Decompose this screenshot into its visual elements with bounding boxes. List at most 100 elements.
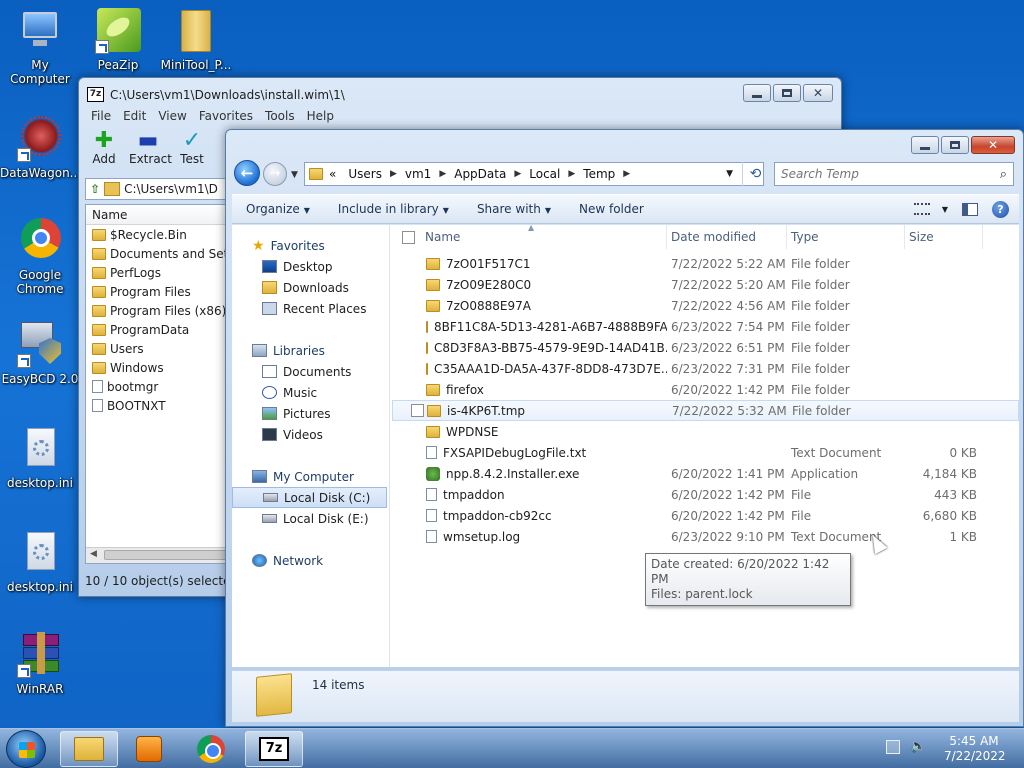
table-row[interactable]: 7zO09E280C0 7/22/2022 5:20 AM File folder [392,274,1019,295]
preview-pane-icon[interactable] [962,202,978,216]
network-status-icon[interactable] [886,739,900,754]
table-row[interactable]: 7zO01F517C1 7/22/2022 5:22 AM File folder [392,253,1019,274]
recent-pages-dropdown[interactable]: ▼ [291,170,298,180]
nav-desktop[interactable]: Desktop [232,256,389,277]
chevron-right-icon[interactable]: ▶ [512,169,523,179]
table-row[interactable]: C35AAA1D-DA5A-437F-8DD8-473D7E... 6/23/20… [392,358,1019,379]
clock[interactable]: 5:45 AM 7/22/2022 [944,734,1006,764]
volume-icon[interactable]: 🔈 [910,739,926,754]
desktop-icon-desktop-ini-1[interactable]: desktop.ini [0,426,80,490]
desktop-icon-label: DataWagon... [0,166,82,180]
desktop-icon-easybcd[interactable]: EasyBCD 2.0 [0,322,80,386]
item-name: Documents and Settin [110,246,244,261]
nav-pictures[interactable]: Pictures [232,403,389,424]
table-row[interactable]: FXSAPIDebugLogFile.txt Text Document 0 KB [392,442,1019,463]
extract-button[interactable]: ▬ Extract [129,128,172,167]
search-input[interactable] [781,167,971,181]
new-folder-button[interactable]: New folder [565,202,658,216]
change-view-button[interactable]: ▼ [913,203,948,215]
help-icon[interactable]: ? [992,200,1009,218]
table-row[interactable]: WPDNSE [392,421,1019,442]
desktop-icon-winrar[interactable]: WinRAR [0,632,80,696]
menu-favorites[interactable]: Favorites [193,106,259,126]
table-row[interactable]: wmsetup.log 6/23/2022 9:10 PM Text Documen… [392,526,1019,547]
nav-network[interactable]: Network [232,550,389,571]
file-date: 6/20/2022 1:41 PM [671,466,785,481]
table-row[interactable]: 8BF11C8A-5D13-4281-A6B7-4888B9FA... 6/23/… [392,316,1019,337]
refresh-button[interactable]: ⟲ [742,162,768,186]
minimize-button[interactable] [743,84,771,102]
back-button[interactable]: ← [234,160,260,186]
close-button[interactable]: ✕ [803,84,833,102]
taskbar-7zip-button[interactable]: 7z [245,731,303,767]
chevron-right-icon[interactable]: ▶ [566,169,577,179]
taskbar-explorer-button[interactable] [60,731,118,767]
chevron-right-icon[interactable]: ▶ [388,169,399,179]
row-checkbox[interactable] [411,404,424,417]
menu-edit[interactable]: Edit [117,106,152,126]
taskbar-media-player-button[interactable] [120,731,178,767]
menu-tools[interactable]: Tools [259,106,301,126]
share-with-button[interactable]: Share with ▼ [463,202,565,216]
table-row[interactable]: C8D3F8A3-BB75-4579-9E9D-14AD41B... 6/23/2… [392,337,1019,358]
window-title-bar[interactable]: 7z C:\Users\vm1\Downloads\install.wim\1\ [87,87,345,102]
nav-my-computer[interactable]: My Computer [232,466,389,487]
column-header-size[interactable]: Size [905,225,983,249]
desktop-icon-my-computer[interactable]: My Computer [0,8,80,86]
nav-downloads[interactable]: Downloads [232,277,389,298]
breadcrumb-overflow[interactable]: « [323,167,342,181]
forward-button[interactable]: → [263,162,287,186]
nav-local-disk-e[interactable]: Local Disk (E:) [232,508,389,529]
search-box[interactable]: ⌕ [774,162,1014,186]
maximize-button[interactable] [773,84,801,102]
select-all-checkbox[interactable] [402,230,415,244]
navigation-pane[interactable]: ★ Favorites Desktop Downloads Recent Plac… [232,225,390,667]
add-button[interactable]: ✚ Add [85,128,123,167]
column-header-date[interactable]: Date modified [667,225,787,249]
nav-favorites[interactable]: ★ Favorites [232,235,389,256]
nav-label: Favorites [270,238,325,253]
nav-music[interactable]: Music [232,382,389,403]
nav-videos[interactable]: Videos [232,424,389,445]
address-history-dropdown[interactable]: ▼ [726,169,733,179]
breadcrumb-users[interactable]: Users [342,167,388,181]
start-button[interactable] [6,730,46,768]
chevron-right-icon[interactable]: ▶ [621,169,632,179]
table-row[interactable]: firefox 6/20/2022 1:42 PM File folder [392,379,1019,400]
include-in-library-button[interactable]: Include in library ▼ [324,202,463,216]
table-row[interactable]: npp.8.4.2.Installer.exe 6/20/2022 1:41 PM… [392,463,1019,484]
table-row[interactable]: is-4KP6T.tmp 7/22/2022 5:32 AM File folder [392,400,1019,421]
breadcrumb-temp[interactable]: Temp [577,167,621,181]
nav-local-disk-c[interactable]: Local Disk (C:) [232,487,387,508]
breadcrumb-vm1[interactable]: vm1 [399,167,437,181]
menu-help[interactable]: Help [301,106,340,126]
breadcrumb-local[interactable]: Local [523,167,566,181]
file-type: File folder [791,277,850,292]
menu-file[interactable]: File [85,106,117,126]
nav-documents[interactable]: Documents [232,361,389,382]
address-bar[interactable]: « Users ▶ vm1 ▶ AppData ▶ Local ▶ Temp ▶… [304,162,764,186]
column-header-type[interactable]: Type [787,225,905,249]
nav-libraries[interactable]: Libraries [232,340,389,361]
sort-ascending-icon: ▲ [528,223,535,232]
desktop-icon-label: desktop.ini [7,580,73,594]
taskbar-chrome-button[interactable] [182,731,240,767]
scroll-left-icon[interactable]: ◀ [90,549,97,559]
breadcrumb-appdata[interactable]: AppData [448,167,512,181]
desktop-icon-peazip[interactable]: PeaZip [78,8,158,72]
desktop-icon-desktop-ini-2[interactable]: desktop.ini [0,530,80,594]
table-row[interactable]: 7zO0888E97A 7/22/2022 4:56 AM File folder [392,295,1019,316]
explorer-window[interactable]: ✕ ← → ▼ « Users ▶ vm1 ▶ AppData ▶ Local … [225,129,1024,727]
table-row[interactable]: tmpaddon 6/20/2022 1:42 PM File 443 KB [392,484,1019,505]
menu-view[interactable]: View [152,106,192,126]
nav-recent-places[interactable]: Recent Places [232,298,389,319]
chevron-right-icon[interactable]: ▶ [437,169,448,179]
test-button[interactable]: ✓ Test [173,128,211,167]
desktop-icon-minitool[interactable]: MiniTool_P... [156,8,236,72]
network-icon [252,554,267,567]
desktop-icon-chrome[interactable]: Google Chrome [0,218,80,296]
desktop-icon-datawagon[interactable]: DataWagon... [0,116,82,180]
up-arrow-icon[interactable]: ⇧ [90,182,100,196]
organize-button[interactable]: Organize ▼ [232,202,324,216]
table-row[interactable]: tmpaddon-cb92cc 6/20/2022 1:42 PM File 6,68… [392,505,1019,526]
